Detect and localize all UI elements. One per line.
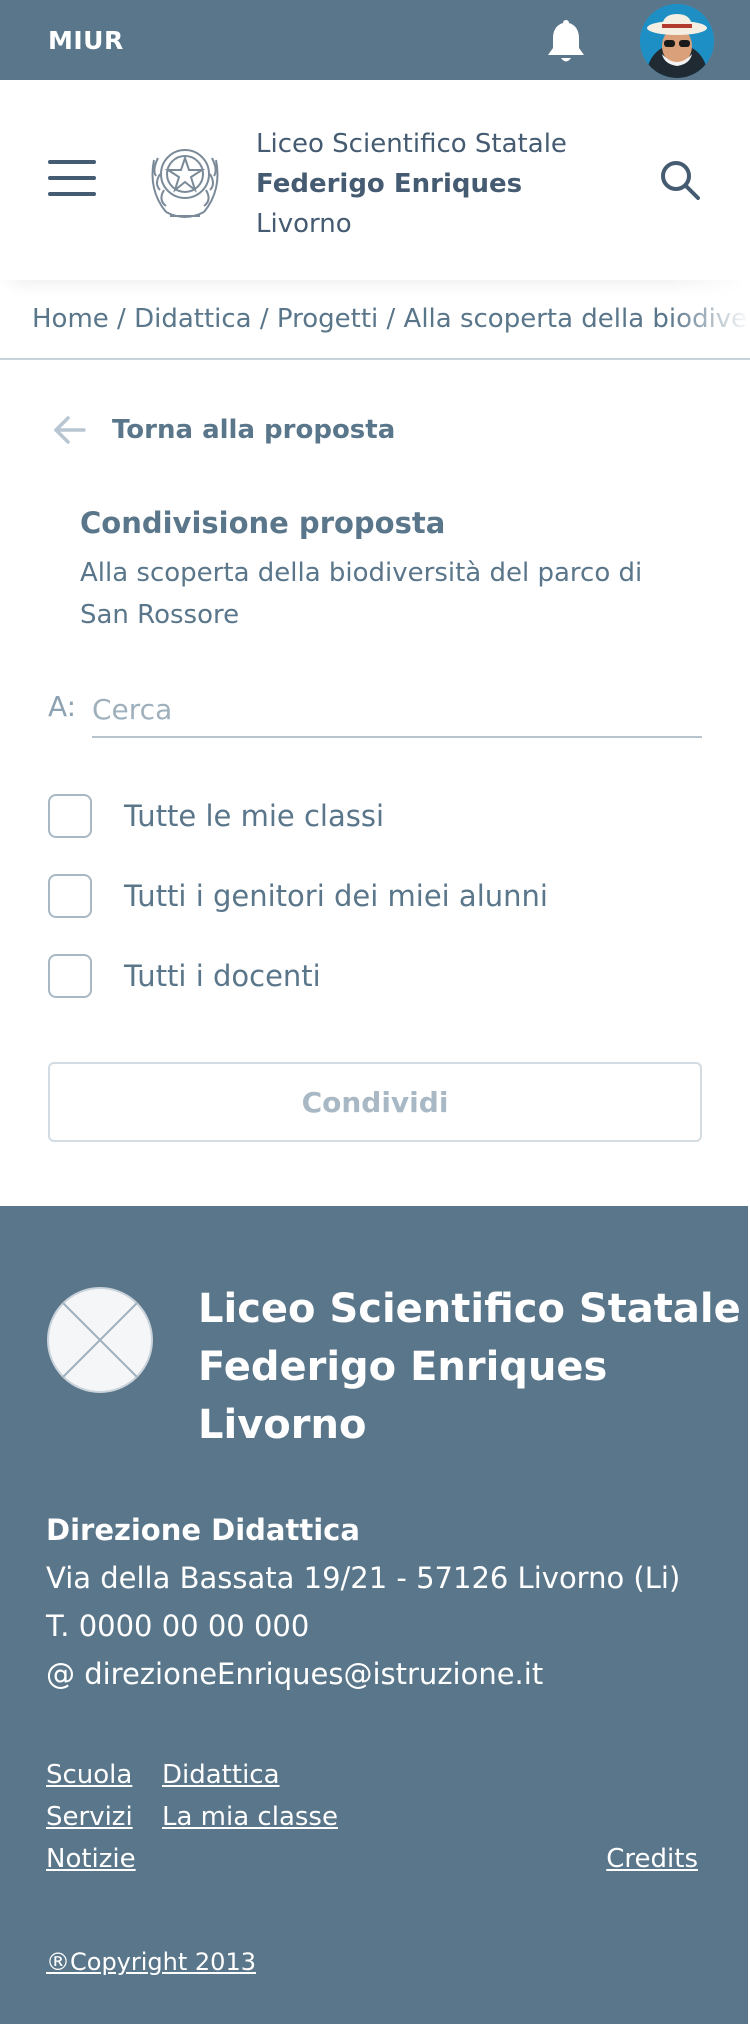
hamburger-icon[interactable]	[48, 160, 96, 196]
arrow-left-icon	[54, 416, 86, 444]
bell-icon[interactable]	[538, 16, 594, 68]
footer-address: Direzione Didattica Via della Bassata 19…	[46, 1506, 680, 1698]
search-icon[interactable]	[658, 158, 702, 202]
site-header: Liceo Scientifico Statale Federigo Enriq…	[0, 80, 750, 280]
back-link-label: Torna alla proposta	[112, 415, 396, 445]
breadcrumb-fade	[670, 280, 750, 358]
school-name[interactable]: Liceo Scientifico Statale Federigo Enriq…	[256, 124, 567, 244]
footer-link-didattica[interactable]: Didattica	[162, 1760, 280, 1790]
recipient-label: A:	[48, 690, 77, 723]
footer-link-notizie[interactable]: Notizie	[46, 1844, 136, 1874]
footer-school-line2: Federigo Enriques	[198, 1344, 608, 1390]
checkbox[interactable]	[48, 794, 92, 838]
user-avatar[interactable]	[640, 4, 714, 78]
checkbox-label: Tutte le mie classi	[124, 799, 385, 833]
site-footer: Liceo Scientifico Statale Federigo Enriq…	[0, 1206, 748, 2024]
page-title: Condivisione proposta	[80, 506, 446, 540]
page-subtitle: Alla scoperta della biodiversità del par…	[80, 558, 643, 630]
school-name-line2: Federigo Enriques	[256, 169, 523, 199]
address-street: Via della Bassata 19/21 - 57126 Livorno …	[46, 1561, 681, 1595]
footer-link-la-mia-classe[interactable]: La mia classe	[162, 1802, 338, 1832]
footer-copyright[interactable]: ®Copyright 2013	[46, 1948, 256, 1976]
breadcrumb: Home / Didattica / Progetti / Alla scope…	[0, 280, 750, 360]
italian-republic-emblem[interactable]	[140, 130, 230, 226]
address-heading: Direzione Didattica	[46, 1513, 360, 1547]
checkbox[interactable]	[48, 954, 92, 998]
address-phone: T. 0000 00 00 000	[46, 1609, 310, 1643]
checkbox[interactable]	[48, 874, 92, 918]
option-tutti-i-genitori[interactable]: Tutti i genitori dei miei alunni	[48, 873, 548, 919]
checkbox-label: Tutti i genitori dei miei alunni	[124, 879, 548, 913]
back-link[interactable]: Torna alla proposta	[52, 410, 395, 450]
top-bar: MIUR	[0, 0, 750, 80]
footer-school-name: Liceo Scientifico Statale Federigo Enriq…	[198, 1280, 741, 1454]
footer-link-scuola[interactable]: Scuola	[46, 1760, 132, 1790]
footer-link-credits[interactable]: Credits	[606, 1844, 698, 1874]
footer-school-line1: Liceo Scientifico Statale	[198, 1286, 741, 1332]
option-tutte-le-mie-classi[interactable]: Tutte le mie classi	[48, 793, 384, 839]
breadcrumb-trail[interactable]: Home / Didattica / Progetti / Alla scope…	[32, 304, 750, 334]
share-button[interactable]: Condividi	[48, 1062, 702, 1142]
recipient-search-input[interactable]	[92, 682, 702, 738]
school-name-line3: Livorno	[256, 209, 352, 239]
option-tutti-i-docenti[interactable]: Tutti i docenti	[48, 953, 321, 999]
brand-label[interactable]: MIUR	[48, 26, 124, 55]
school-name-line1: Liceo Scientifico Statale	[256, 129, 567, 159]
logo-placeholder-icon	[46, 1286, 154, 1394]
address-email: @ direzioneEnriques@istruzione.it	[46, 1657, 544, 1691]
footer-school-line3: Livorno	[198, 1402, 367, 1448]
checkbox-label: Tutti i docenti	[124, 959, 321, 993]
footer-link-servizi[interactable]: Servizi	[46, 1802, 133, 1832]
